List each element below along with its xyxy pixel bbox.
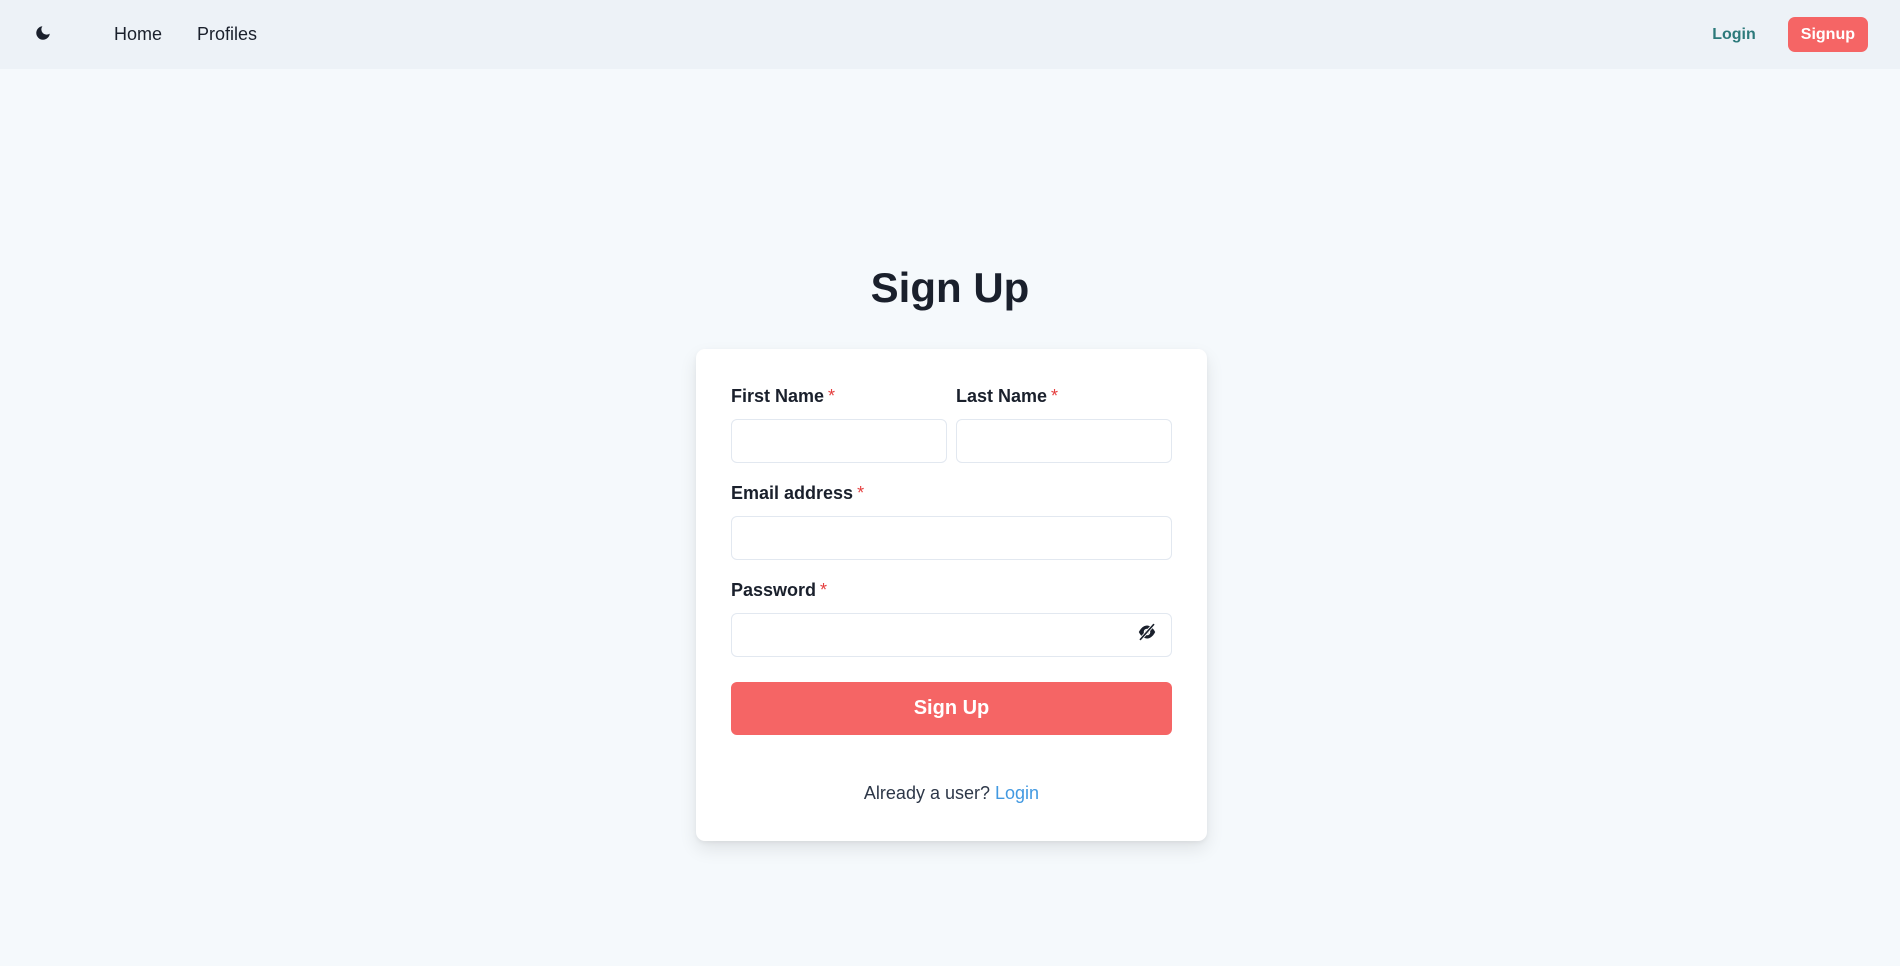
nav-link-profiles[interactable]: Profiles [197,24,257,45]
email-label: Email address * [731,483,864,504]
email-label-text: Email address [731,483,854,503]
password-label: Password * [731,580,827,601]
required-mark: * [1051,386,1059,406]
moon-icon [34,24,52,47]
first-name-label-text: First Name [731,386,825,406]
signup-form-card: First Name * Last Name * Email address * Pa… [696,349,1207,841]
email-input[interactable] [731,516,1172,560]
password-label-text: Password [731,580,817,600]
nav-signup-button[interactable]: Signup [1787,17,1868,52]
page-title: Sign Up [870,264,1030,311]
password-input[interactable] [731,613,1172,657]
login-prompt: Already a user? Login [696,783,1207,804]
sign-up-submit-button[interactable]: Sign Up [731,682,1172,735]
nav-auth-actions: Login Signup [1712,0,1868,69]
theme-toggle-button[interactable] [30,22,56,48]
required-mark: * [828,386,836,406]
last-name-label-text: Last Name [956,386,1048,406]
nav-links: Home Profiles [114,0,292,69]
first-name-input[interactable] [731,419,947,463]
login-link[interactable]: Login [995,783,1039,803]
last-name-input[interactable] [956,419,1172,463]
login-prompt-text: Already a user? [863,783,990,803]
first-name-label: First Name * [731,386,835,407]
last-name-label: Last Name * [956,386,1058,407]
required-mark: * [857,483,865,503]
nav-login-link[interactable]: Login [1712,26,1756,44]
navbar: Home Profiles Login Signup [0,0,1900,69]
required-mark: * [820,580,828,600]
eye-slash-icon [1137,622,1157,646]
password-visibility-toggle[interactable] [1135,622,1159,646]
nav-link-home[interactable]: Home [114,24,162,45]
